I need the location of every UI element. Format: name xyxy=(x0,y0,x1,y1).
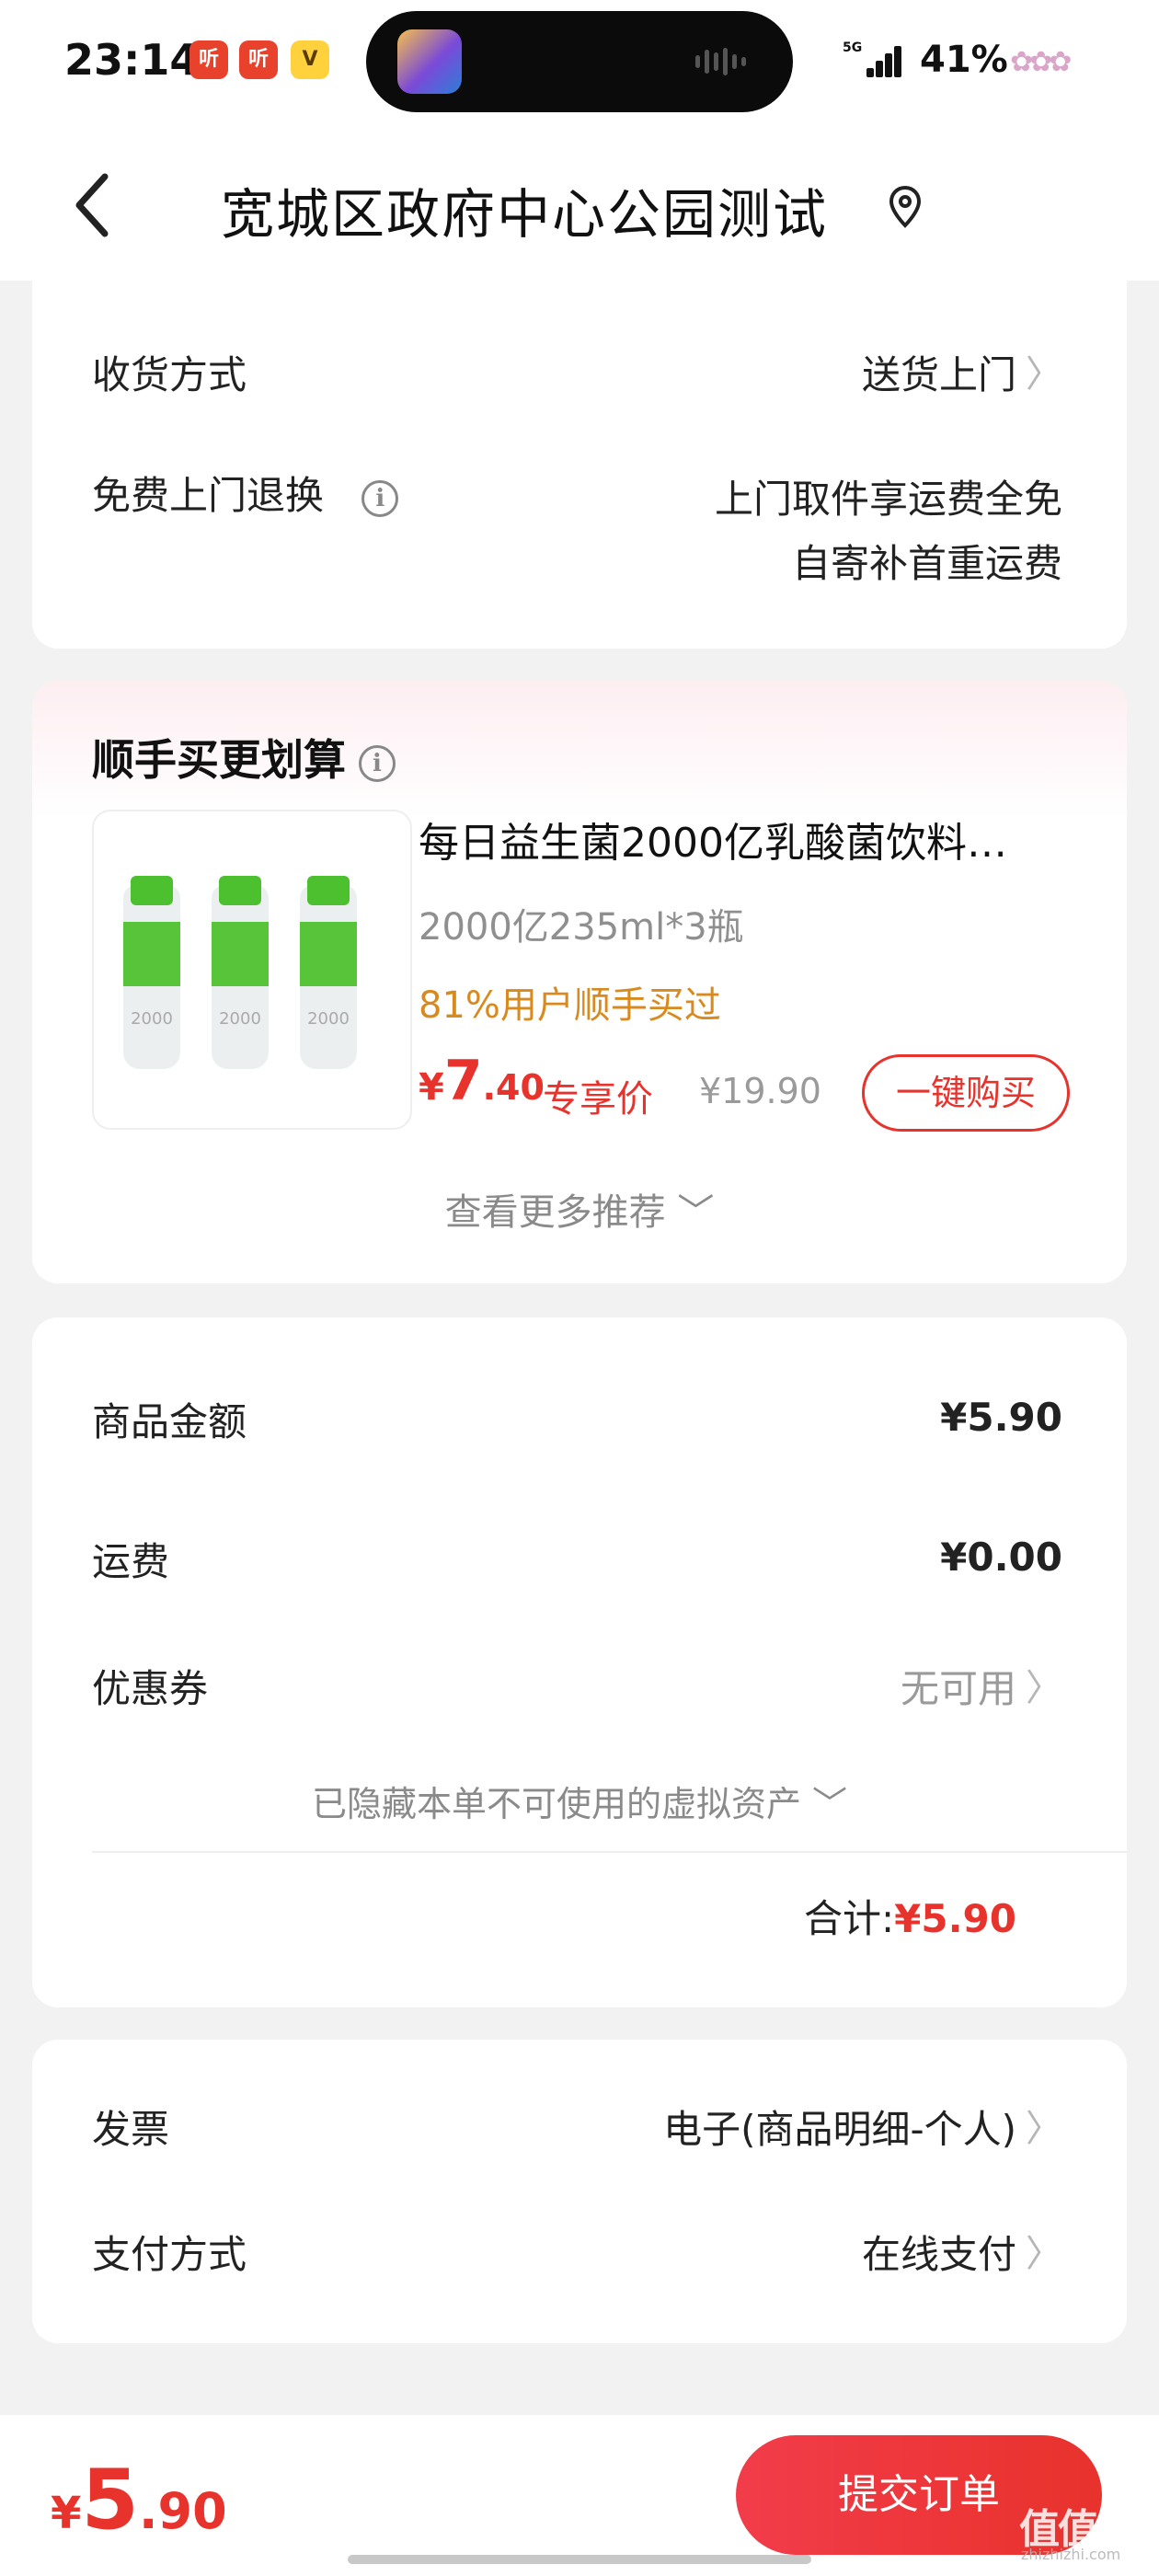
page-title[interactable]: 宽城区政府中心公园测试 xyxy=(221,171,828,248)
signal-icon xyxy=(855,44,901,77)
clock: 23:14 xyxy=(64,35,200,85)
back-button[interactable] xyxy=(64,164,120,247)
app-badge-icon: 听 xyxy=(239,40,278,79)
delivery-method-label: 收货方式 xyxy=(92,352,247,397)
price-integer: 7 xyxy=(443,1049,483,1113)
total-row: 合计:¥5.90 xyxy=(804,1888,1016,1944)
price-decimal: .40 xyxy=(482,1067,545,1108)
one-click-buy-button[interactable]: 一键购买 xyxy=(862,1054,1070,1132)
free-return-line2: 自寄补首重运费 xyxy=(791,541,1062,586)
chevron-right-icon[interactable]: 〉 xyxy=(1026,2099,1062,2152)
watermark-url: zhizhizhi.com xyxy=(1021,2546,1121,2563)
payment-value[interactable]: 在线支付 xyxy=(862,2224,1016,2280)
chevron-right-icon[interactable]: 〉 xyxy=(1026,1658,1062,1711)
shipping-value: ¥0.00 xyxy=(940,1535,1062,1580)
delivery-method-value[interactable]: 送货上门 xyxy=(862,344,1016,400)
pay-decimal: .90 xyxy=(139,2482,227,2540)
invoice-card: 发票 电子(商品明细-个人) 〉 支付方式 在线支付 〉 xyxy=(32,2040,1127,2343)
bottle-image: 2000 xyxy=(300,876,357,1069)
product-spec: 2000亿235ml*3瓶 xyxy=(419,906,744,949)
app-badge-icon: 听 xyxy=(189,40,228,79)
goods-amount-value: ¥5.90 xyxy=(940,1395,1062,1440)
goods-amount-label: 商品金额 xyxy=(92,1399,247,1444)
status-bar: 23:14 听 听 V 5G 41% ✿✿✿ xyxy=(0,0,1159,129)
see-more-recommend[interactable]: 查看更多推荐 ﹀ xyxy=(32,1182,1127,1236)
recommend-card: 顺手买更划算 i 2000 2000 2000 每日益生菌2000亿乳酸菌饮料… … xyxy=(32,681,1127,1283)
product-tag: 81%用户顺手买过 xyxy=(419,984,721,1027)
info-icon[interactable]: i xyxy=(359,744,396,782)
flower-icon: ✿✿✿ xyxy=(1010,46,1072,78)
dynamic-island[interactable] xyxy=(366,11,793,112)
total-label: 合计: xyxy=(803,1896,895,1941)
original-price: ¥19.90 xyxy=(699,1071,821,1111)
product-name[interactable]: 每日益生菌2000亿乳酸菌饮料… xyxy=(419,810,1108,868)
checkout-bar: ¥5.90 提交订单 值值值 zhizhizhi.com xyxy=(0,2415,1159,2576)
invoice-label: 发票 xyxy=(92,2107,170,2152)
free-return-label: 免费上门退换 i xyxy=(92,465,399,521)
coupon-value[interactable]: 无可用 xyxy=(901,1658,1016,1714)
pay-integer: 5 xyxy=(81,2452,140,2548)
free-return-value: 上门取件享运费全免 自寄补首重运费 xyxy=(715,467,1062,596)
chevron-right-icon[interactable]: 〉 xyxy=(1026,2224,1062,2277)
payment-label: 支付方式 xyxy=(92,2232,247,2277)
coupon-label: 优惠券 xyxy=(92,1666,209,1711)
media-artwork xyxy=(397,29,462,94)
pay-currency: ¥ xyxy=(51,2488,82,2539)
invoice-value[interactable]: 电子(商品明细-个人) xyxy=(663,2099,1016,2155)
pay-amount: ¥5.90 xyxy=(51,2452,227,2548)
product-thumbnail[interactable]: 2000 2000 2000 xyxy=(92,810,412,1130)
chevron-left-icon xyxy=(75,173,109,237)
shipping-label: 运费 xyxy=(92,1539,170,1584)
info-icon[interactable]: i xyxy=(361,479,399,517)
recommend-title: 顺手买更划算 i xyxy=(92,727,396,788)
divider xyxy=(92,1851,1127,1853)
free-return-line1: 上门取件享运费全免 xyxy=(714,477,1062,522)
nav-header: 宽城区政府中心公园测试 xyxy=(0,129,1159,281)
bottle-image: 2000 xyxy=(123,876,180,1069)
amount-card: 商品金额 ¥5.90 运费 ¥0.00 优惠券 无可用 〉 已隐藏本单不可使用的… xyxy=(32,1317,1127,2007)
home-indicator[interactable] xyxy=(348,2555,811,2564)
bottle-image: 2000 xyxy=(212,876,269,1069)
chevron-right-icon[interactable]: 〉 xyxy=(1026,344,1062,397)
total-value: ¥5.90 xyxy=(894,1896,1016,1941)
product-price: ¥7.40 xyxy=(419,1049,545,1113)
price-currency: ¥ xyxy=(419,1066,444,1109)
free-return-text: 免费上门退换 xyxy=(92,473,325,518)
exclusive-price-label: 专享价 xyxy=(543,1078,653,1121)
music-wave-icon xyxy=(695,48,762,75)
app-badge-icon: V xyxy=(291,40,329,79)
hidden-assets-toggle[interactable]: 已隐藏本单不可使用的虚拟资产 ﹀ xyxy=(32,1776,1127,1826)
location-pin-icon[interactable] xyxy=(887,184,924,230)
recommend-title-text: 顺手买更划算 xyxy=(92,735,346,785)
battery-level: 41% xyxy=(920,39,1008,81)
delivery-card: 收货方式 送货上门 〉 免费上门退换 i 上门取件享运费全免 自寄补首重运费 xyxy=(32,276,1127,649)
